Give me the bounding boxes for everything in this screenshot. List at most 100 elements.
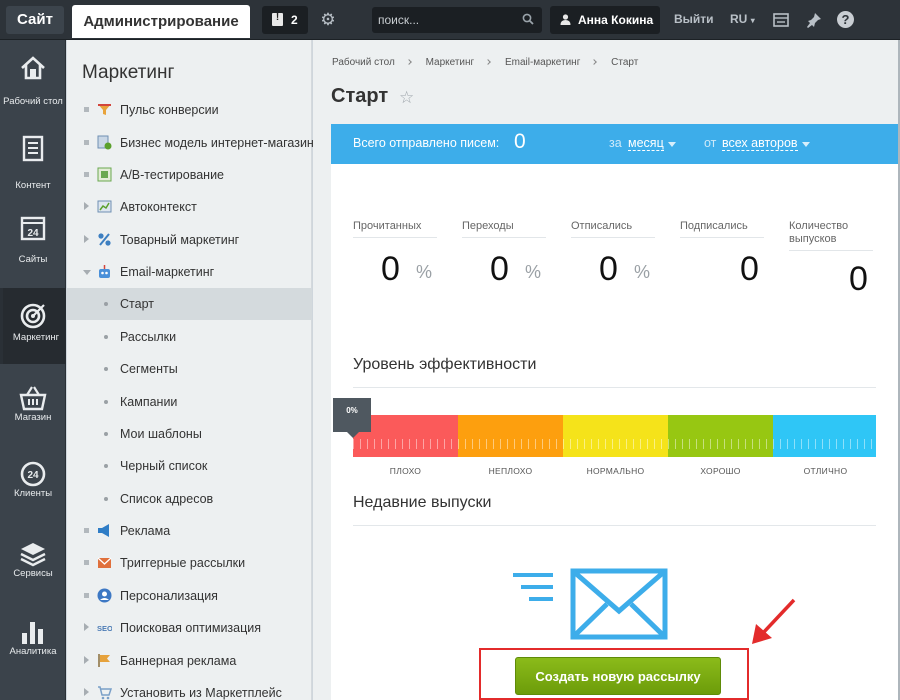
menu-item-business-model[interactable]: Бизнес модель интернет-магазина <box>67 127 321 159</box>
percent-icon <box>98 233 111 246</box>
chevron-right-icon <box>591 59 598 65</box>
menu-item-conversion-pulse[interactable]: Пульс конверсии <box>67 94 312 126</box>
language-selector[interactable]: RU ▾ <box>730 12 755 26</box>
svg-text:SEO: SEO <box>97 624 112 633</box>
period-prefix: за <box>609 136 622 150</box>
star-icon[interactable]: ☆ <box>399 88 414 108</box>
menu-item-marketplace[interactable]: Установить из Маркетплейс <box>67 677 312 700</box>
menu-item-label: Пульс конверсии <box>120 103 219 117</box>
breadcrumb: Рабочий стол Маркетинг Email-маркетинг С… <box>332 57 650 68</box>
stat-read: Прочитанных 0 % <box>353 220 437 288</box>
menu-subitem-campaigns[interactable]: Кампании <box>67 386 312 418</box>
breadcrumb-item[interactable]: Email-маркетинг <box>505 57 580 68</box>
menu-item-product-marketing[interactable]: Товарный маркетинг <box>67 224 312 256</box>
admin-tab[interactable]: Администрирование <box>72 5 250 38</box>
user-menu-button[interactable]: Анна Кокина <box>550 6 660 34</box>
level-normal <box>563 415 668 457</box>
menu-subitem-start[interactable]: Старт <box>67 288 312 320</box>
menu-subitem-blacklist[interactable]: Черный список <box>67 450 312 482</box>
menu-item-label: Триггерные рассылки <box>120 556 246 570</box>
menu-subitem-my-templates[interactable]: Мои шаблоны <box>67 418 312 450</box>
logout-link[interactable]: Выйти <box>674 12 714 26</box>
search-icon[interactable] <box>522 13 534 25</box>
menu-subitem-mailings[interactable]: Рассылки <box>67 321 312 353</box>
chevron-right-icon[interactable] <box>84 202 89 210</box>
efficiency-title: Уровень эффективности <box>353 356 537 373</box>
chevron-right-icon <box>405 59 412 65</box>
menu-item-seo[interactable]: SEO Поисковая оптимизация <box>67 612 312 644</box>
sent-total-label: Всего отправлено писем: <box>353 136 500 150</box>
breadcrumb-item[interactable]: Маркетинг <box>426 57 475 68</box>
breadcrumb-item[interactable]: Старт <box>611 57 638 68</box>
menu-item-ab-testing[interactable]: A/B-тестирование <box>67 159 312 191</box>
stat-subscribed: Подписались 0 <box>680 220 764 288</box>
clients-24-icon: 24 <box>20 461 46 487</box>
rail-item-desktop[interactable]: Рабочий стол <box>0 40 66 116</box>
basket-icon <box>19 386 47 411</box>
rail-item-analytics[interactable]: Аналитика <box>0 604 66 680</box>
menu-item-label: Старт <box>120 297 154 311</box>
notifications-button[interactable]: 2 <box>262 6 308 34</box>
help-icon[interactable]: ? <box>837 11 854 28</box>
menu-item-label: Поисковая оптимизация <box>120 621 262 635</box>
stat-clicks: Переходы 0 % <box>462 220 546 288</box>
stat-label: Отписались <box>571 220 655 238</box>
chevron-right-icon[interactable] <box>84 688 89 696</box>
chevron-down-icon[interactable] <box>802 142 810 147</box>
bar-chart-icon <box>22 622 43 644</box>
author-selector[interactable]: всех авторов <box>722 136 798 151</box>
pin-icon[interactable] <box>805 11 823 29</box>
rail-item-marketing[interactable]: Маркетинг <box>0 288 66 364</box>
rail-item-services[interactable]: Сервисы <box>0 526 66 602</box>
chevron-right-icon[interactable] <box>84 235 89 243</box>
menu-subitem-address-list[interactable]: Список адресов <box>67 483 312 515</box>
gear-icon[interactable]: ⚙ <box>318 10 338 30</box>
chevron-right-icon[interactable] <box>84 623 89 631</box>
menu-item-advertising[interactable]: Реклама <box>67 515 312 547</box>
chevron-down-icon[interactable] <box>668 142 676 147</box>
stat-value: 0 <box>849 260 868 298</box>
user-name: Анна Кокина <box>578 13 654 27</box>
level-excellent <box>773 415 876 457</box>
chevron-right-icon[interactable] <box>84 656 89 664</box>
svg-text:24: 24 <box>27 228 39 239</box>
rail-item-content[interactable]: Контент <box>0 120 66 196</box>
bullet-icon <box>104 432 108 436</box>
rail-label: Маркетинг <box>12 332 60 343</box>
breadcrumb-item[interactable]: Рабочий стол <box>332 57 395 68</box>
menu-item-label: A/B-тестирование <box>120 168 224 182</box>
menu-item-label: Рассылки <box>120 330 177 344</box>
rail-item-sites[interactable]: 24 Сайты <box>0 200 66 276</box>
menu-item-email-marketing[interactable]: Email-маркетинг <box>67 256 312 288</box>
user-icon <box>560 14 571 25</box>
menu-item-banner-ads[interactable]: Баннерная реклама <box>67 645 312 677</box>
megaphone-icon <box>98 524 109 537</box>
rail-item-shop[interactable]: Магазин <box>0 370 66 446</box>
panel-icon[interactable] <box>772 11 790 29</box>
bullet-icon <box>84 560 89 565</box>
menu-item-label: Мои шаблоны <box>120 427 202 441</box>
document-icon <box>22 135 44 162</box>
rail-label: Аналитика <box>9 646 57 657</box>
site-button[interactable]: Сайт <box>6 6 64 34</box>
menu-item-autocontext[interactable]: Автоконтекст <box>67 191 312 223</box>
search-input[interactable] <box>378 11 518 29</box>
level-label: ХОРОШО <box>700 466 741 476</box>
bullet-icon <box>104 497 108 501</box>
chevron-down-icon[interactable] <box>83 270 91 275</box>
menu-subitem-segments[interactable]: Сегменты <box>67 353 312 385</box>
menu-item-personalization[interactable]: Персонализация <box>67 580 312 612</box>
menu-item-trigger-mailings[interactable]: Триггерные рассылки <box>67 547 312 579</box>
autocontext-icon <box>97 200 112 213</box>
bullet-icon <box>104 464 108 468</box>
bullet-icon <box>84 528 89 533</box>
divider <box>353 525 876 526</box>
rail-item-clients[interactable]: 24 Клиенты <box>0 446 66 522</box>
period-selector[interactable]: месяц <box>628 136 664 151</box>
create-mailing-button[interactable]: Создать новую рассылку <box>515 657 721 695</box>
envelope-icon <box>513 568 668 640</box>
summary-bar: Всего отправлено писем: 0 за месяц от вс… <box>331 124 900 164</box>
seo-icon: SEO <box>97 624 112 633</box>
page-title: Старт <box>331 85 389 107</box>
bullet-icon <box>104 335 108 339</box>
